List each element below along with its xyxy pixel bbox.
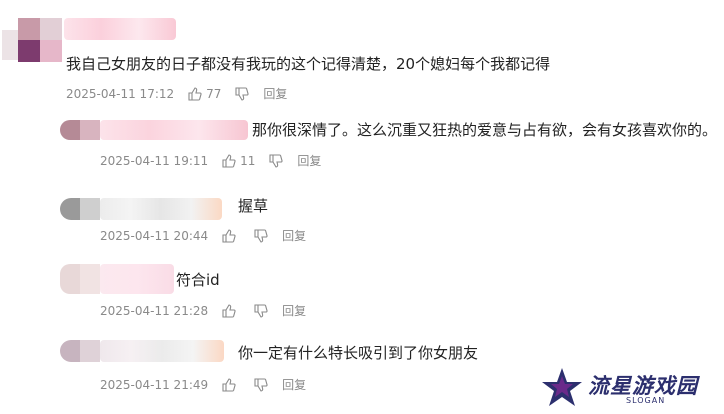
thumb-down-icon	[254, 304, 268, 318]
comment-meta: 2025-04-11 17:12 77 回复	[66, 86, 287, 102]
username-blurred[interactable]	[100, 120, 248, 140]
username-blurred[interactable]	[100, 198, 222, 220]
comment-date: 2025-04-11 17:12	[66, 87, 175, 101]
comment-text: 握草	[238, 197, 269, 215]
dislike-button[interactable]	[235, 87, 250, 101]
like-count: 11	[240, 154, 256, 168]
comment-date: 2025-04-11 21:28	[100, 304, 209, 318]
thumb-down-icon	[254, 229, 268, 243]
user-avatar[interactable]	[0, 16, 62, 68]
thumb-up-icon	[222, 304, 236, 318]
reply-button[interactable]: 回复	[282, 377, 306, 393]
reply-button[interactable]: 回复	[297, 153, 321, 169]
username-blurred[interactable]	[64, 18, 176, 40]
reply-button[interactable]: 回复	[282, 303, 306, 319]
reply-button[interactable]: 回复	[282, 228, 306, 244]
thumb-down-icon	[254, 378, 268, 392]
thumb-up-icon	[222, 154, 236, 168]
comment-date: 2025-04-11 20:44	[100, 229, 209, 243]
like-button[interactable]: 77	[188, 86, 221, 102]
star-logo-icon	[542, 368, 582, 406]
comment-date: 2025-04-11 19:11	[100, 154, 209, 168]
username-blurred[interactable]	[100, 264, 174, 294]
thumb-up-icon	[222, 378, 236, 392]
comment-text: 我自己女朋友的日子都没有我玩的这个记得清楚，20个媳妇每个我都记得	[66, 55, 551, 73]
user-avatar[interactable]	[60, 264, 100, 294]
like-button[interactable]	[222, 378, 240, 392]
reply-button[interactable]: 回复	[263, 86, 287, 102]
comment-meta: 2025-04-11 21:28 回复	[100, 303, 306, 319]
user-avatar[interactable]	[60, 340, 100, 362]
watermark-logo: 流星游戏园 SLOGAN	[540, 366, 718, 410]
like-button[interactable]: 11	[222, 153, 255, 169]
comment-text: 你一定有什么特长吸引到了你女朋友	[238, 344, 479, 362]
thumb-down-icon	[235, 87, 250, 101]
comment-meta: 2025-04-11 20:44 回复	[100, 228, 306, 244]
like-button[interactable]	[222, 229, 240, 243]
comment-meta: 2025-04-11 21:49 回复	[100, 377, 306, 393]
watermark-slogan: SLOGAN	[626, 396, 666, 405]
comment-date: 2025-04-11 21:49	[100, 378, 209, 392]
user-avatar[interactable]	[60, 120, 100, 140]
username-blurred[interactable]	[100, 340, 224, 362]
user-avatar[interactable]	[60, 198, 100, 220]
dislike-button[interactable]	[254, 229, 268, 243]
thumb-up-icon	[222, 229, 236, 243]
dislike-button[interactable]	[269, 154, 284, 168]
thumb-up-icon	[188, 87, 202, 101]
dislike-button[interactable]	[254, 304, 268, 318]
comment-text: 符合id	[176, 271, 220, 289]
thumb-down-icon	[269, 154, 284, 168]
like-button[interactable]	[222, 304, 240, 318]
comment-meta: 2025-04-11 19:11 11 回复	[100, 153, 321, 169]
like-count: 77	[206, 87, 222, 101]
dislike-button[interactable]	[254, 378, 268, 392]
comment-text: 那你很深情了。这么沉重又狂热的爱意与占有欲，会有女孩喜欢你的。	[252, 121, 718, 139]
